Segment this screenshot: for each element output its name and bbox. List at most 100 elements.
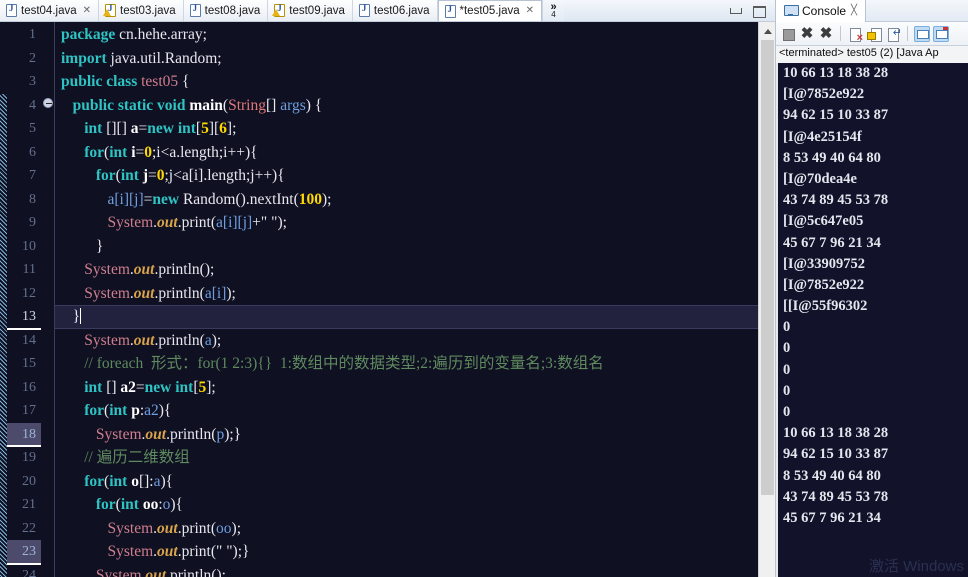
line-number[interactable]: 13 bbox=[7, 305, 41, 329]
code-line[interactable]: } bbox=[55, 235, 758, 259]
line-number[interactable]: 9 bbox=[7, 211, 41, 235]
code-line[interactable]: System.out.print(a[i][j]+" "); bbox=[55, 211, 758, 235]
code-token: System bbox=[107, 214, 154, 231]
code-line[interactable]: System.out.println(); bbox=[55, 564, 758, 577]
java-file-warning-icon bbox=[272, 3, 286, 17]
editor-tab-test04[interactable]: test04.java ✕ bbox=[0, 0, 100, 21]
scroll-up-arrow-icon[interactable] bbox=[759, 22, 775, 39]
code-line[interactable]: System.out.print(oo); bbox=[55, 517, 758, 541]
code-line[interactable]: // 遍历二维数组 bbox=[55, 446, 758, 470]
code-line[interactable]: System.out.print(" ");} bbox=[55, 540, 758, 564]
editor-tab-test06[interactable]: test06.java bbox=[352, 0, 438, 21]
line-number[interactable]: 23 bbox=[7, 540, 41, 564]
tab-overflow-chevron[interactable]: » 4 bbox=[542, 0, 565, 21]
code-token: out bbox=[157, 519, 178, 537]
scroll-lock-icon[interactable] bbox=[866, 26, 882, 42]
xx-icon[interactable]: ✖ bbox=[818, 25, 834, 42]
minimize-icon[interactable] bbox=[729, 5, 742, 16]
pin-console-icon[interactable] bbox=[933, 25, 949, 42]
line-number[interactable]: 10 bbox=[7, 235, 41, 259]
line-number[interactable]: 5 bbox=[7, 117, 41, 141]
editor-tab-test08[interactable]: test08.java bbox=[183, 0, 269, 21]
console-output-line: [I@7852e922 bbox=[783, 86, 865, 103]
console-output-line: 10 66 13 18 38 28 bbox=[783, 425, 889, 442]
code-line[interactable]: package cn.hehe.array; bbox=[55, 23, 758, 47]
line-number[interactable]: 6 bbox=[7, 141, 41, 165]
clear-console-icon[interactable] bbox=[847, 26, 863, 44]
code-line[interactable]: System.out.println(a[i]); bbox=[55, 282, 758, 306]
close-icon[interactable]: ✕ bbox=[83, 5, 91, 16]
maximize-icon[interactable] bbox=[752, 5, 766, 18]
code-token: { bbox=[178, 73, 190, 90]
line-number[interactable]: 24 bbox=[7, 564, 41, 577]
code-line[interactable]: System.out.println(p);} bbox=[55, 423, 758, 447]
code-token: [] bbox=[266, 96, 281, 114]
editor-body[interactable]: 1 2 3 4 5 6 7 8 9 10 11 12 13 14 15 16 17 18 19 20 21 22 23 24 … bbox=[0, 22, 775, 577]
line-number[interactable]: 14 bbox=[7, 329, 41, 353]
line-number[interactable]: 12 bbox=[7, 282, 41, 306]
line-number[interactable]: 11 bbox=[7, 258, 41, 282]
code-line[interactable]: int [] a2=new int[5]; bbox=[55, 376, 758, 400]
code-folding-column[interactable] bbox=[41, 22, 55, 577]
line-number[interactable]: 18 bbox=[7, 422, 41, 447]
code-token: .println( bbox=[154, 331, 205, 349]
scrollbar-thumb[interactable] bbox=[761, 40, 774, 495]
code-line[interactable]: int [][] a=new int[5][6]; bbox=[55, 117, 758, 141]
editor-vertical-scrollbar[interactable] bbox=[758, 22, 775, 577]
fold-collapse-icon[interactable] bbox=[43, 98, 53, 108]
line-number[interactable]: 15 bbox=[7, 352, 41, 376]
code-token: = bbox=[135, 378, 145, 396]
editor-tab-test03[interactable]: test03.java bbox=[99, 0, 184, 21]
code-token: o bbox=[131, 472, 139, 490]
code-text-area[interactable]: package cn.hehe.array; import java.util.R… bbox=[55, 22, 758, 577]
close-icon[interactable]: ✕ bbox=[526, 6, 534, 16]
line-number[interactable]: 20 bbox=[7, 470, 41, 494]
code-token: a[i][j] bbox=[107, 190, 144, 208]
code-token: 0 bbox=[144, 143, 152, 161]
line-number[interactable]: 16 bbox=[7, 376, 41, 400]
line-number[interactable]: 21 bbox=[7, 493, 41, 517]
stop-icon[interactable] bbox=[780, 26, 796, 42]
editor-window-buttons bbox=[713, 0, 775, 21]
code-line[interactable]: for(int j=0;j<a[i].length;j++){ bbox=[55, 164, 758, 188]
line-number[interactable]: 17 bbox=[7, 399, 41, 423]
code-line[interactable]: } bbox=[55, 305, 758, 329]
code-line[interactable]: // foreach 形式：for(1 2:3){} 1:数组中的数据类型;2:… bbox=[55, 352, 758, 376]
code-token: = bbox=[138, 120, 148, 137]
editor-tab-label: test04.java bbox=[21, 4, 77, 17]
display-selected-console-icon[interactable] bbox=[914, 25, 930, 42]
code-line[interactable]: for(int o[]:a){ bbox=[55, 470, 758, 494]
code-token: int bbox=[109, 402, 132, 419]
code-line[interactable]: for(int p:a2){ bbox=[55, 399, 758, 423]
line-number[interactable]: 3 bbox=[7, 70, 41, 94]
line-number[interactable]: 4 bbox=[7, 94, 41, 118]
console-output[interactable]: 10 66 13 18 38 28 [I@7852e922 94 62 15 10 … bbox=[776, 63, 968, 577]
code-line[interactable]: System.out.println(a); bbox=[55, 329, 758, 353]
java-file-icon bbox=[6, 3, 17, 17]
code-line[interactable]: import java.util.Random; bbox=[55, 47, 758, 71]
tab-console[interactable]: Console ╳ bbox=[776, 0, 867, 22]
console-output-line: 8 53 49 40 64 80 bbox=[783, 467, 881, 484]
editor-tab-test09[interactable]: test09.java bbox=[268, 0, 353, 21]
code-line[interactable]: public class test05 { bbox=[55, 70, 758, 94]
line-number[interactable]: 2 bbox=[7, 47, 41, 71]
word-wrap-icon[interactable] bbox=[885, 26, 902, 42]
code-line[interactable]: System.out.println(); bbox=[55, 258, 758, 282]
code-token: { bbox=[250, 143, 258, 161]
code-line[interactable]: a[i][j]=new Random().nextInt(100); bbox=[55, 188, 758, 212]
console-toolbar: ✖ ✖ bbox=[776, 22, 968, 46]
line-number[interactable]: 19 bbox=[7, 446, 41, 470]
editor-tab-test05[interactable]: *test05.java ✕ bbox=[437, 0, 543, 21]
line-number[interactable]: 8 bbox=[7, 188, 41, 212]
code-token: Random().nextInt( bbox=[182, 190, 299, 208]
code-line[interactable]: public static void main(String[] args) { bbox=[55, 94, 758, 118]
x-icon[interactable]: ✖ bbox=[799, 25, 815, 42]
line-number[interactable]: 1 bbox=[7, 23, 41, 47]
line-number[interactable]: 7 bbox=[7, 164, 41, 188]
code-line[interactable]: for(int oo:o){ bbox=[55, 493, 758, 517]
close-icon[interactable]: ╳ bbox=[851, 5, 857, 16]
line-number[interactable]: 22 bbox=[7, 517, 41, 541]
code-line[interactable]: for(int i=0;i<a.length;i++){ bbox=[55, 141, 758, 165]
